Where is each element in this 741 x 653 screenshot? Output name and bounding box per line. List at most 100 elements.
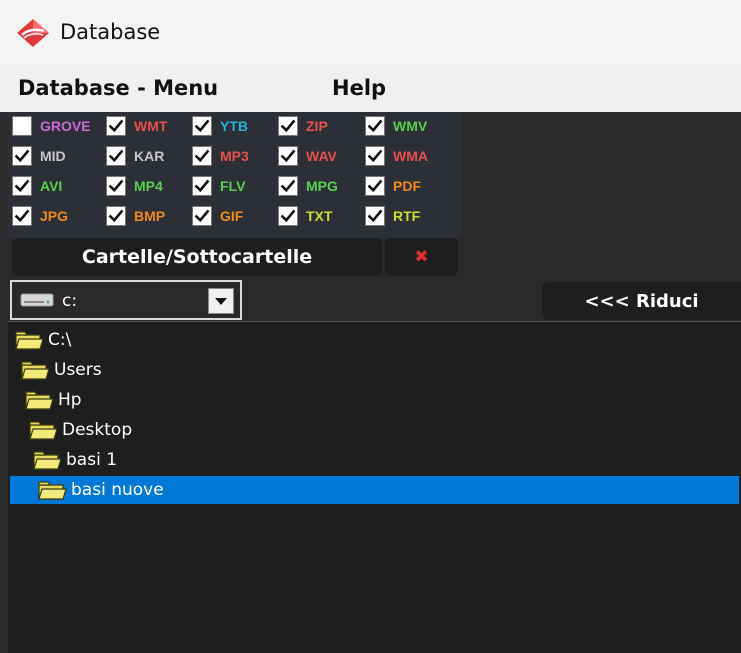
check-icon bbox=[14, 209, 30, 223]
filter-label-mp4: MP4 bbox=[134, 178, 163, 194]
filter-label-mid: MID bbox=[40, 148, 66, 164]
filter-label-kar: KAR bbox=[134, 148, 165, 164]
check-icon bbox=[194, 149, 210, 163]
filter-label-wma: WMA bbox=[393, 148, 428, 164]
check-icon bbox=[367, 149, 383, 163]
dropdown-button[interactable] bbox=[208, 288, 234, 314]
filter-label-zip: ZIP bbox=[306, 118, 328, 134]
check-icon bbox=[108, 119, 124, 133]
check-icon bbox=[367, 119, 383, 133]
filter-pdf[interactable]: PDF bbox=[365, 175, 421, 197]
check-icon bbox=[280, 149, 296, 163]
filter-mpg[interactable]: MPG bbox=[278, 175, 338, 197]
tree-node[interactable]: Users bbox=[10, 356, 739, 384]
tree-node[interactable]: C:\ bbox=[10, 326, 739, 354]
chevron-down-icon bbox=[215, 298, 227, 305]
filter-kar[interactable]: KAR bbox=[106, 145, 164, 167]
check-icon bbox=[194, 179, 210, 193]
filter-rtf[interactable]: RTF bbox=[365, 205, 420, 227]
checkbox-pdf[interactable] bbox=[365, 176, 385, 196]
tree-node-label: Users bbox=[54, 360, 102, 380]
checkbox-wav[interactable] bbox=[278, 146, 298, 166]
checkbox-jpg[interactable] bbox=[12, 206, 32, 226]
check-icon bbox=[194, 209, 210, 223]
check-icon bbox=[280, 119, 296, 133]
check-icon bbox=[194, 119, 210, 133]
tree-node-label: Hp bbox=[58, 390, 82, 410]
filter-label-bmp: BMP bbox=[134, 208, 166, 224]
filter-wma[interactable]: WMA bbox=[365, 145, 428, 167]
tree-node[interactable]: basi 1 bbox=[10, 446, 739, 474]
menu-bar: Database - Menu Help bbox=[0, 64, 741, 112]
checkbox-mp3[interactable] bbox=[192, 146, 212, 166]
filter-avi[interactable]: AVI bbox=[12, 175, 62, 197]
check-icon bbox=[367, 209, 383, 223]
filter-label-wav: WAV bbox=[306, 148, 337, 164]
collapse-button[interactable]: <<< Riduci bbox=[542, 282, 741, 320]
checkbox-grove[interactable] bbox=[12, 116, 32, 136]
filter-label-grove: GROVE bbox=[40, 118, 91, 134]
title-bar: Database bbox=[0, 0, 741, 64]
app-logo-icon bbox=[17, 19, 49, 47]
tree-node[interactable]: Desktop bbox=[10, 416, 739, 444]
checkbox-txt[interactable] bbox=[278, 206, 298, 226]
filter-label-rtf: RTF bbox=[393, 208, 421, 224]
folder-icon bbox=[15, 331, 44, 350]
filter-label-wmv: WMV bbox=[393, 118, 428, 134]
checkbox-wmt[interactable] bbox=[106, 116, 126, 136]
tree-node-label: basi nuove bbox=[71, 480, 164, 500]
close-icon: ✖ bbox=[414, 247, 429, 267]
filter-label-wmt: WMT bbox=[134, 118, 168, 134]
tree-node[interactable]: Hp bbox=[10, 386, 739, 414]
folders-button[interactable]: Cartelle/Sottocartelle bbox=[12, 238, 382, 276]
filter-label-mpg: MPG bbox=[306, 178, 338, 194]
filter-wmv[interactable]: WMV bbox=[365, 115, 427, 137]
filter-flv[interactable]: FLV bbox=[192, 175, 245, 197]
filter-gif[interactable]: GIF bbox=[192, 205, 243, 227]
checkbox-kar[interactable] bbox=[106, 146, 126, 166]
filter-grove[interactable]: GROVE bbox=[12, 115, 91, 137]
folder-icon bbox=[33, 451, 62, 470]
check-icon bbox=[280, 179, 296, 193]
menu-help[interactable]: Help bbox=[332, 76, 386, 100]
checkbox-wmv[interactable] bbox=[365, 116, 385, 136]
filter-label-mp3: MP3 bbox=[220, 148, 249, 164]
menu-database[interactable]: Database - Menu bbox=[18, 76, 218, 100]
filter-wav[interactable]: WAV bbox=[278, 145, 337, 167]
folder-tree: C:\ Users Hp Desktop basi 1 basi nuove bbox=[8, 321, 741, 653]
checkbox-flv[interactable] bbox=[192, 176, 212, 196]
tree-node[interactable]: basi nuove bbox=[10, 476, 739, 504]
filter-label-txt: TXT bbox=[306, 208, 333, 224]
checkbox-ytb[interactable] bbox=[192, 116, 212, 136]
filter-label-avi: AVI bbox=[40, 178, 63, 194]
checkbox-mp4[interactable] bbox=[106, 176, 126, 196]
filter-jpg[interactable]: JPG bbox=[12, 205, 68, 227]
filter-mp4[interactable]: MP4 bbox=[106, 175, 163, 197]
folder-icon bbox=[21, 361, 50, 380]
filter-zip[interactable]: ZIP bbox=[278, 115, 328, 137]
drive-label: c: bbox=[62, 291, 78, 311]
checkbox-bmp[interactable] bbox=[106, 206, 126, 226]
checkbox-gif[interactable] bbox=[192, 206, 212, 226]
checkbox-mid[interactable] bbox=[12, 146, 32, 166]
filter-bmp[interactable]: BMP bbox=[106, 205, 165, 227]
check-icon bbox=[280, 209, 296, 223]
drive-select[interactable]: c: bbox=[10, 280, 242, 320]
checkbox-mpg[interactable] bbox=[278, 176, 298, 196]
filter-ytb[interactable]: YTB bbox=[192, 115, 248, 137]
checkbox-avi[interactable] bbox=[12, 176, 32, 196]
checkbox-zip[interactable] bbox=[278, 116, 298, 136]
filter-mp3[interactable]: MP3 bbox=[192, 145, 249, 167]
close-button[interactable]: ✖ bbox=[385, 238, 458, 276]
filter-mid[interactable]: MID bbox=[12, 145, 66, 167]
checkbox-rtf[interactable] bbox=[365, 206, 385, 226]
tree-node-label: C:\ bbox=[48, 330, 72, 350]
checkbox-wma[interactable] bbox=[365, 146, 385, 166]
check-icon bbox=[14, 179, 30, 193]
filter-label-jpg: JPG bbox=[40, 208, 69, 224]
folder-icon bbox=[38, 481, 67, 500]
filter-wmt[interactable]: WMT bbox=[106, 115, 167, 137]
check-icon bbox=[108, 179, 124, 193]
filter-txt[interactable]: TXT bbox=[278, 205, 332, 227]
check-icon bbox=[367, 179, 383, 193]
